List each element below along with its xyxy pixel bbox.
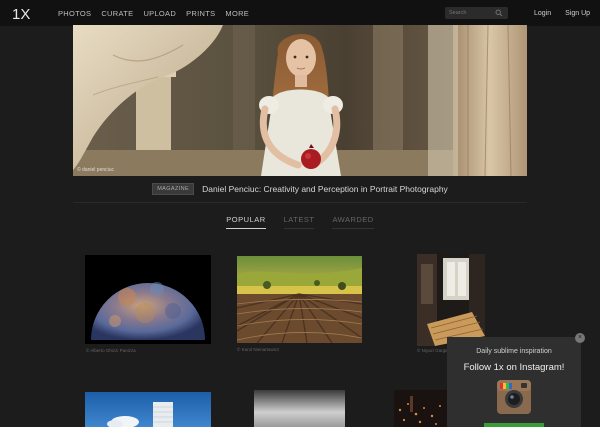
search-box bbox=[445, 7, 508, 19]
gallery-photo-monochrome[interactable] bbox=[254, 390, 345, 427]
popup-title: Follow 1x on Instagram! bbox=[463, 362, 565, 373]
magazine-badge[interactable]: MAGAZINE bbox=[152, 183, 195, 195]
nav-item-upload[interactable]: UPLOAD bbox=[143, 9, 176, 18]
tab-popular[interactable]: POPULAR bbox=[226, 215, 266, 229]
photo-credit[interactable]: © Alberto Ghizzi Panizza bbox=[86, 348, 136, 353]
tab-latest[interactable]: LATEST bbox=[283, 215, 315, 229]
nav-item-curate[interactable]: CURATE bbox=[101, 9, 133, 18]
nav-item-more[interactable]: MORE bbox=[225, 9, 249, 18]
field-photo bbox=[237, 256, 362, 343]
hero-photo-girl-with-pomegranate bbox=[73, 25, 527, 176]
building-photo bbox=[85, 392, 211, 427]
svg-text:1X: 1X bbox=[12, 6, 30, 21]
top-navigation-bar: 1X PHOTOS CURATE UPLOAD PRINTS MORE Logi… bbox=[0, 0, 600, 26]
instagram-icon[interactable] bbox=[497, 380, 531, 414]
gallery-photo-interior[interactable] bbox=[417, 254, 485, 346]
nav-item-prints[interactable]: PRINTS bbox=[186, 9, 215, 18]
logo-1x[interactable]: 1X bbox=[12, 5, 32, 21]
login-link[interactable]: Login bbox=[534, 10, 551, 17]
article-title[interactable]: Daniel Penciuc: Creativity and Perceptio… bbox=[202, 184, 448, 194]
photo-credit[interactable]: © Niyazi Gürgen bbox=[417, 348, 450, 353]
signup-link[interactable]: Sign Up bbox=[565, 10, 590, 17]
close-popup-button[interactable]: × bbox=[575, 333, 585, 343]
tab-awarded[interactable]: AWARDED bbox=[332, 215, 374, 229]
hero-image[interactable]: © daniel penciuc bbox=[73, 25, 527, 176]
hero-credit[interactable]: © daniel penciuc bbox=[77, 167, 114, 173]
follow-instagram-button[interactable] bbox=[484, 423, 544, 427]
auth-links: Login Sign Up bbox=[534, 0, 590, 26]
gallery-photo-building[interactable] bbox=[85, 392, 211, 427]
nav-item-photos[interactable]: PHOTOS bbox=[58, 9, 91, 18]
city-night-photo bbox=[394, 390, 448, 427]
featured-article: MAGAZINE Daniel Penciuc: Creativity and … bbox=[0, 182, 600, 196]
gallery-photo-city-night[interactable] bbox=[394, 390, 448, 427]
monochrome-photo bbox=[254, 390, 345, 427]
popup-subtitle: Daily sublime inspiration bbox=[476, 348, 552, 355]
instagram-popup: Daily sublime inspiration Follow 1x on I… bbox=[447, 337, 581, 427]
photo-credit[interactable]: © Karol Nienartowicz bbox=[237, 347, 279, 352]
divider bbox=[73, 202, 527, 203]
gallery-tabs: POPULAR LATEST AWARDED bbox=[0, 215, 600, 229]
gallery-photo-field[interactable] bbox=[237, 256, 362, 343]
moon-photo bbox=[85, 255, 211, 344]
search-icon[interactable] bbox=[495, 9, 503, 17]
interior-photo bbox=[417, 254, 485, 346]
main-nav: PHOTOS CURATE UPLOAD PRINTS MORE bbox=[58, 0, 249, 26]
gallery-photo-moon[interactable] bbox=[85, 255, 211, 344]
